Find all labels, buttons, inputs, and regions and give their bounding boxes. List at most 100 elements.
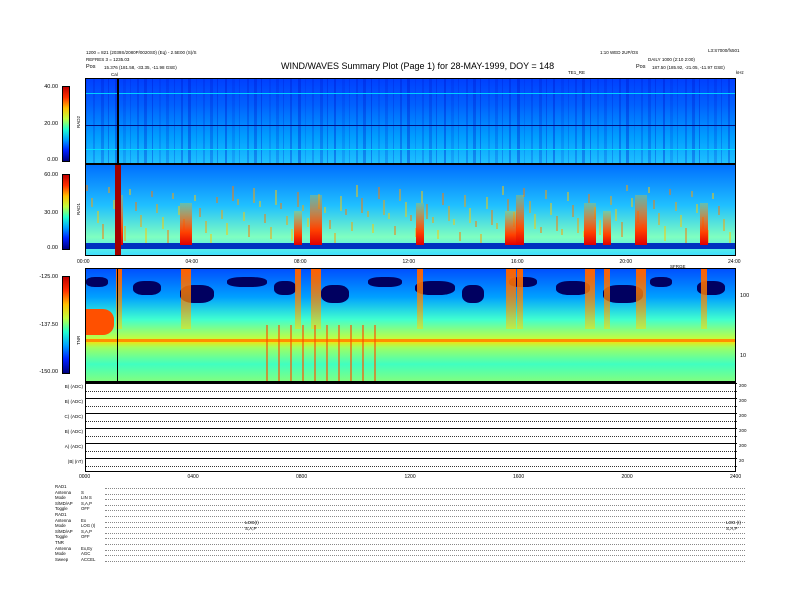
footer-value: Ex bbox=[81, 517, 87, 523]
footer-value: S,A,P bbox=[81, 500, 92, 506]
rad2-striation bbox=[341, 79, 345, 163]
rad2-striation bbox=[655, 79, 657, 163]
strip-label: A) (ADC) bbox=[64, 444, 83, 449]
tnr-burst bbox=[416, 269, 423, 329]
footer-dotted-line bbox=[105, 555, 745, 557]
rad2-striation bbox=[107, 79, 109, 163]
footer-key: RAD1 bbox=[55, 512, 67, 517]
rad2-striation bbox=[137, 79, 140, 163]
cal-marker-rad1 bbox=[115, 165, 122, 255]
rad2-line-bottom bbox=[86, 149, 735, 150]
rad1-speckle bbox=[393, 226, 396, 235]
rad1-speckle bbox=[507, 199, 510, 211]
rad1-speckle bbox=[123, 226, 126, 241]
rad1-speckle bbox=[399, 189, 402, 201]
rad2-striation bbox=[348, 79, 350, 163]
time-tick-label: 12:00 bbox=[402, 259, 416, 265]
bottom-tick-label: 0800 bbox=[296, 474, 308, 480]
rad2-striation bbox=[436, 79, 438, 163]
tnr-spike bbox=[338, 325, 340, 381]
time-axis: 00:00 04:00 08:00 12:00 16:00 20:00 24:00 bbox=[77, 259, 741, 267]
rad1-speckle bbox=[350, 222, 353, 231]
rad1-speckle bbox=[453, 219, 456, 225]
tnr-burst bbox=[506, 269, 517, 329]
tnr-spike bbox=[302, 325, 304, 381]
rad2-striation bbox=[356, 79, 359, 163]
rad2-striation bbox=[173, 79, 175, 163]
footer-value: LIN S bbox=[81, 495, 92, 501]
footer-dotted-line bbox=[105, 549, 745, 551]
rad1-speckle bbox=[464, 195, 466, 207]
rad1-speckle bbox=[264, 214, 267, 223]
rad1-speckle bbox=[469, 208, 472, 223]
header-right-line2: DAILY 1000 (2:10 2:00) bbox=[648, 57, 695, 62]
tnr-dark-patch bbox=[227, 277, 267, 287]
rad1-speckle bbox=[204, 221, 207, 233]
tnr-dark-patch bbox=[86, 277, 108, 287]
rad2-striation bbox=[275, 79, 279, 163]
footer-key: Antenna bbox=[55, 489, 72, 495]
rad2-striation bbox=[465, 79, 468, 163]
tnr-dark-patch bbox=[650, 277, 672, 287]
tnr-burst bbox=[180, 269, 191, 329]
rad2-striation bbox=[589, 79, 591, 163]
footer-key: Toggle bbox=[55, 506, 68, 512]
rad2-striation bbox=[429, 79, 433, 163]
rad1-speckle bbox=[372, 224, 375, 233]
rad1-speckle bbox=[491, 210, 493, 225]
rad2-striation bbox=[232, 79, 235, 163]
tnr-dark-patch bbox=[368, 277, 402, 287]
rad2-striation bbox=[283, 79, 285, 163]
rad1-label: RAD1 bbox=[76, 202, 81, 215]
rad2-striation bbox=[728, 79, 731, 163]
footer-dotted-line bbox=[105, 532, 745, 534]
rad1-speckle bbox=[361, 198, 364, 213]
rad2-striation bbox=[195, 79, 197, 163]
rad1-speckle bbox=[377, 187, 380, 199]
tnr-burst bbox=[701, 269, 708, 329]
time-tick-label: 04:00 bbox=[185, 259, 199, 265]
bottom-tick-label: 1600 bbox=[513, 474, 525, 480]
strip-trace bbox=[86, 466, 737, 468]
rad1-speckle bbox=[275, 190, 277, 205]
rad1-speckle bbox=[669, 189, 672, 195]
rad2-striation bbox=[670, 79, 673, 163]
time-tick-label: 16:00 bbox=[511, 259, 524, 265]
footer-dotted-line bbox=[105, 527, 745, 529]
rad1-speckle bbox=[150, 191, 153, 197]
rad1-speckle bbox=[366, 211, 369, 217]
header-left-pos: 15.376 (181.58, -33.35, -11.98 GSE) bbox=[104, 65, 177, 70]
cal-marker-rad2 bbox=[117, 79, 120, 163]
bottom-tick-label: 2400 bbox=[730, 474, 742, 480]
cal-label: Cal bbox=[111, 72, 118, 77]
rad2-striation bbox=[721, 79, 723, 163]
rad1-speckle bbox=[199, 208, 202, 217]
rad2-striation bbox=[305, 79, 306, 163]
rad2-striation bbox=[604, 79, 608, 163]
tnr-right-tick-10: 10 bbox=[740, 353, 747, 359]
header-right-pos: 187.50 (185.92, -21.05, -11.97 GSE) bbox=[652, 65, 725, 70]
rad1-speckle bbox=[485, 197, 488, 209]
footer-key: S/MD/AP bbox=[55, 528, 73, 534]
rad2-striation bbox=[553, 79, 556, 163]
header-right-pos-label: Pos bbox=[636, 64, 646, 70]
tnr-spike bbox=[374, 325, 376, 381]
rad1-speckle bbox=[501, 186, 504, 195]
rad1-speckle bbox=[107, 187, 110, 193]
rad1-speckle bbox=[588, 194, 591, 203]
rad2-striation bbox=[480, 79, 482, 163]
rad2-striation bbox=[370, 79, 372, 163]
time-tick-label: 00:00 bbox=[77, 259, 90, 265]
bottom-tick-label: 0000 bbox=[79, 474, 91, 480]
footer-key: Mode bbox=[55, 523, 66, 529]
rad2-striation bbox=[567, 79, 569, 163]
strip-divider bbox=[86, 413, 737, 414]
rad1-speckle bbox=[339, 196, 342, 211]
rad1-speckle bbox=[555, 216, 558, 231]
rad1-burst bbox=[309, 195, 322, 245]
rad2-striation bbox=[487, 79, 490, 163]
header-left-line2: REFRES 3 = 1235.03 bbox=[86, 57, 130, 62]
strip-divider bbox=[86, 443, 737, 444]
rad1-speckle bbox=[685, 228, 688, 243]
rad1-speckle bbox=[626, 185, 628, 191]
